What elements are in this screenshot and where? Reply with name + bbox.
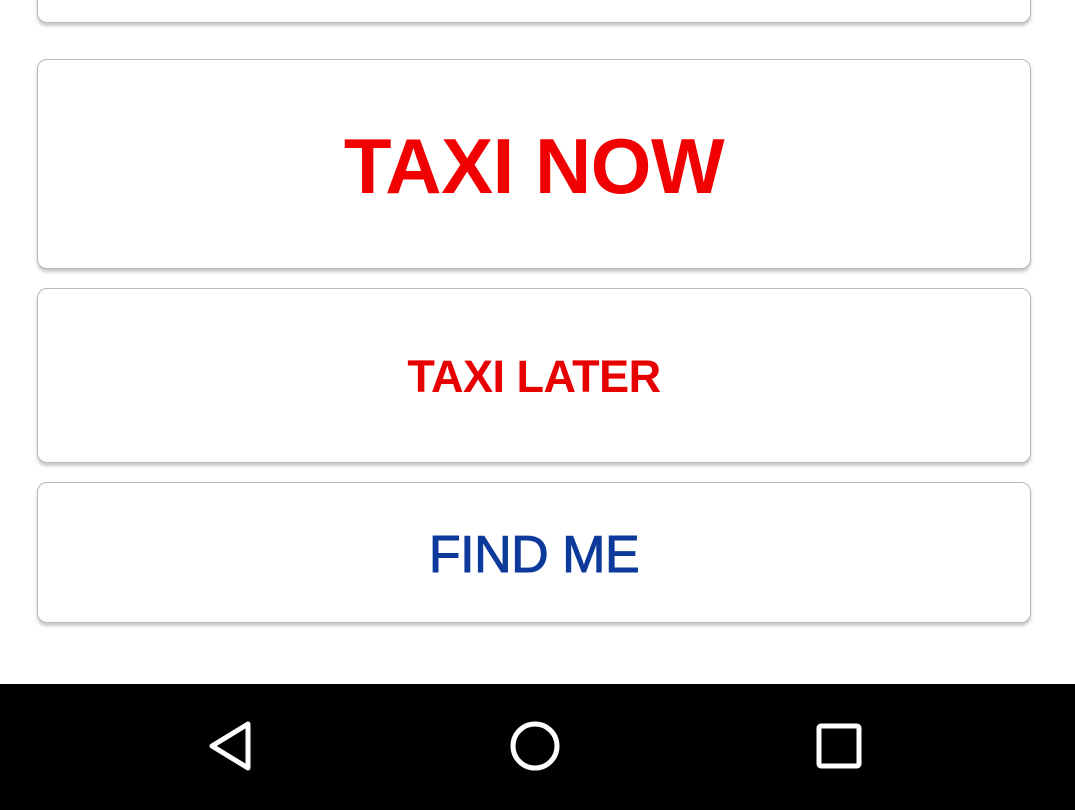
nav-recent-apps-button[interactable] (799, 706, 879, 786)
find-me-label: FIND ME (428, 525, 640, 584)
nav-home-button[interactable] (495, 706, 575, 786)
recent-apps-icon (816, 723, 862, 769)
back-icon (209, 721, 251, 771)
find-me-button[interactable]: FIND ME (37, 482, 1031, 623)
home-icon (510, 721, 560, 771)
partial-card-above[interactable] (37, 0, 1031, 23)
taxi-later-label: TAXI LATER (407, 350, 661, 402)
nav-back-button[interactable] (192, 706, 272, 786)
system-navigation-bar (0, 684, 1075, 810)
taxi-now-button[interactable]: TAXI NOW (37, 59, 1031, 269)
taxi-now-label: TAXI NOW (343, 121, 725, 210)
taxi-later-button[interactable]: TAXI LATER (37, 288, 1031, 463)
